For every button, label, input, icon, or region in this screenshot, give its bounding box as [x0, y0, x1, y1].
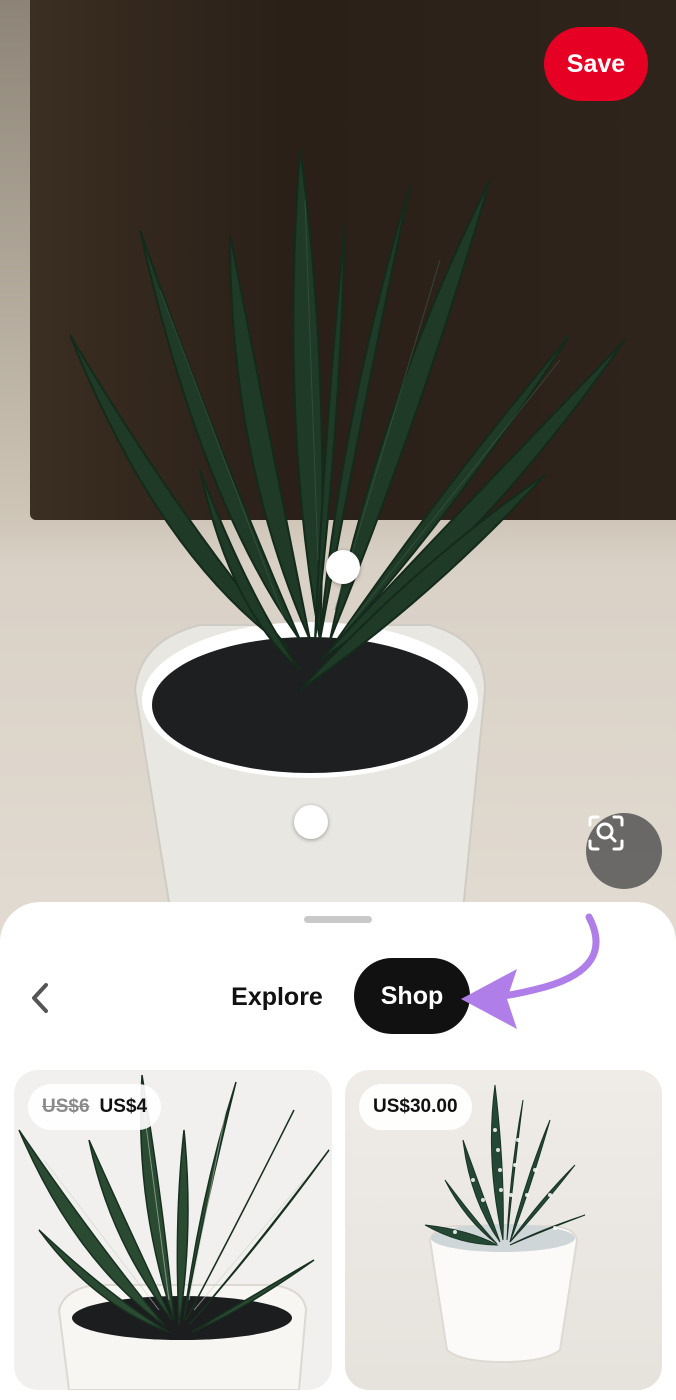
sheet-drag-handle[interactable]: [304, 916, 372, 923]
annotation-arrow-icon: [461, 913, 600, 1029]
original-price: US$6: [42, 1096, 90, 1117]
price-badge: US$6 US$4: [28, 1084, 162, 1130]
succulent-illustration: [69, 149, 626, 940]
save-button[interactable]: Save: [544, 27, 648, 101]
back-button[interactable]: [18, 976, 62, 1020]
price-badge: US$30.00: [359, 1084, 472, 1130]
product-card[interactable]: US$6 US$4: [14, 1070, 332, 1390]
tab-explore[interactable]: Explore: [214, 960, 340, 1034]
visual-search-icon: [588, 815, 624, 851]
sale-price: US$4: [99, 1096, 148, 1117]
product-card[interactable]: US$30.00: [345, 1070, 662, 1390]
shop-sheet: Explore Shop US$6 US$4 US$30.00: [0, 902, 676, 1400]
product-price: US$30.00: [373, 1096, 458, 1117]
main-pin-image: Save: [0, 0, 676, 940]
visual-search-button[interactable]: [586, 813, 662, 889]
hotspot-pot[interactable]: [294, 805, 328, 839]
hotspot-plant[interactable]: [326, 550, 360, 584]
tab-shop[interactable]: Shop: [354, 958, 470, 1034]
chevron-left-icon: [32, 983, 48, 1013]
